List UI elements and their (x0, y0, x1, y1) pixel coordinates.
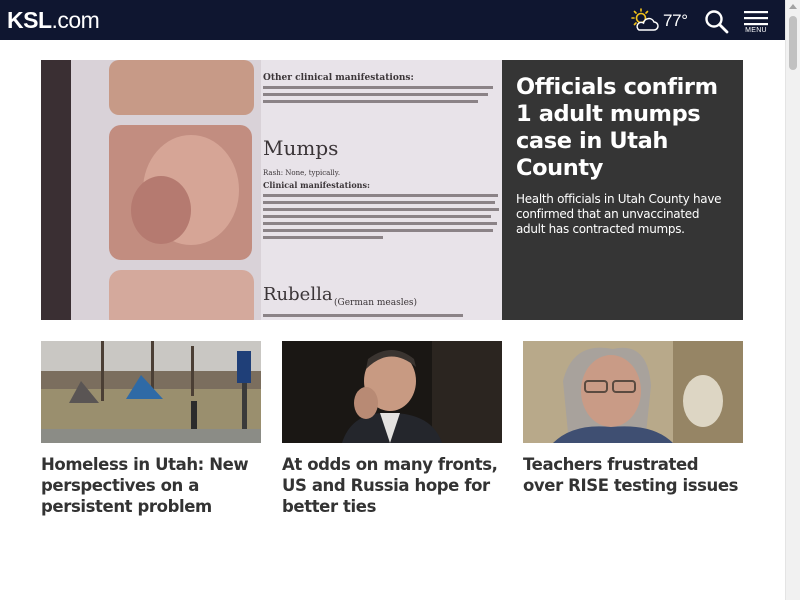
homeless-camp-photo (41, 341, 261, 443)
hero-image-rash-line: Rash: None, typically. (263, 169, 340, 177)
hero-headline[interactable]: Officials confirm 1 adult mumps case in … (516, 74, 729, 182)
hero-image-clinical-line: Clinical manifestations: (263, 180, 370, 190)
search-icon (705, 10, 729, 34)
hero-image: Other clinical manifestations: Mumps Ras… (41, 60, 502, 320)
story-card-rise-testing[interactable]: Teachers frustrated over RISE testing is… (523, 341, 743, 517)
hero-image-rubella-suffix: (German measles) (334, 297, 417, 308)
logo-com-text: .com (51, 7, 100, 33)
logo-ksl-text: KSL (7, 7, 52, 33)
hero-image-rubella-heading: Rubella (263, 284, 333, 305)
page-scrollbar[interactable] (785, 0, 800, 600)
hero-image-clinical-heading: Other clinical manifestations: (263, 73, 414, 83)
story-headline[interactable]: Teachers frustrated over RISE testing is… (523, 454, 743, 496)
teacher-interview-photo (523, 341, 743, 443)
menu-label: MENU (745, 27, 767, 34)
temperature: 77° (663, 11, 688, 30)
story-headline[interactable]: At odds on many fronts, US and Russia ho… (282, 454, 502, 517)
menu-button[interactable]: MENU (743, 10, 769, 36)
story-headline[interactable]: Homeless in Utah: New perspectives on a … (41, 454, 261, 517)
weather-widget[interactable]: 77° (630, 8, 688, 34)
partly-cloudy-icon (631, 8, 659, 31)
official-photo (282, 341, 502, 443)
ksl-logo[interactable]: KSL.com (7, 5, 100, 35)
hero-image-mumps-heading: Mumps (263, 136, 338, 160)
story-grid: Homeless in Utah: New perspectives on a … (41, 341, 743, 517)
scroll-up-arrow-icon[interactable] (789, 4, 797, 9)
story-card-us-russia[interactable]: At odds on many fronts, US and Russia ho… (282, 341, 502, 517)
hero-text-panel: Officials confirm 1 adult mumps case in … (502, 60, 743, 320)
story-card-homeless[interactable]: Homeless in Utah: New perspectives on a … (41, 341, 261, 517)
search-button[interactable] (704, 9, 730, 35)
hamburger-icon (744, 11, 768, 26)
hero-summary: Health officials in Utah County have con… (516, 192, 722, 236)
hero-story[interactable]: Other clinical manifestations: Mumps Ras… (41, 60, 743, 320)
site-header: KSL.com 77° MENU (0, 0, 785, 40)
scroll-thumb[interactable] (789, 16, 797, 70)
